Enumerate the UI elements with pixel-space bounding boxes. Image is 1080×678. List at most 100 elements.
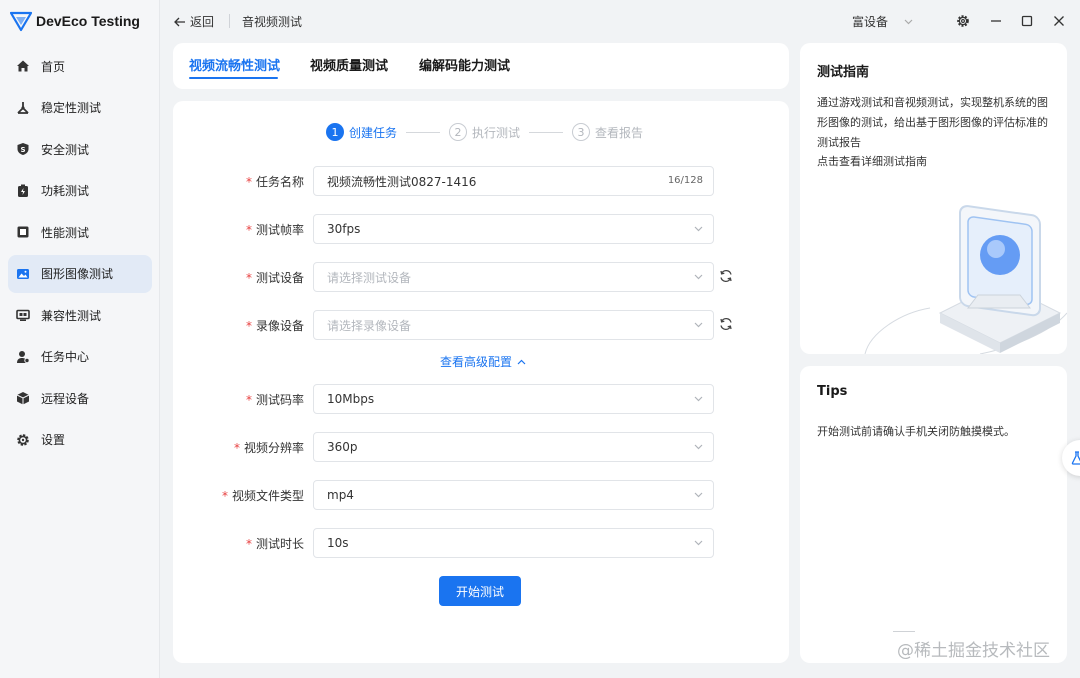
task-icon (16, 350, 30, 364)
frame-rate-select[interactable]: 30fps (313, 214, 714, 244)
task-name-input[interactable]: 视频流畅性测试0827-1416 16/128 (313, 166, 714, 196)
start-test-button[interactable]: 开始测试 (439, 576, 521, 606)
chevron-down-icon (694, 492, 703, 498)
sidebar-item-remote[interactable]: 远程设备 (8, 379, 152, 417)
sidebar-item-label: 功耗测试 (41, 184, 90, 198)
refresh-icon[interactable] (719, 269, 733, 283)
page-title: 音视频测试 (242, 15, 303, 29)
sidebar-item-power[interactable]: 功耗测试 (8, 172, 152, 210)
watermark: @稀土掘金技术社区 (897, 641, 1050, 661)
test-device-select[interactable]: 请选择测试设备 (313, 262, 714, 292)
duration-select[interactable]: 10s (313, 528, 714, 558)
field-label: * 测试码率 (246, 391, 304, 408)
home-icon (16, 59, 30, 73)
device-select[interactable]: 富设备 (852, 13, 913, 30)
form-row-bitrate: * 测试码率 10Mbps (173, 384, 789, 414)
advanced-config-toggle[interactable]: 查看高级配置 (440, 353, 526, 370)
step-connector (406, 131, 441, 133)
step-number: 3 (572, 123, 591, 141)
tab-video-smoothness[interactable]: 视频流畅性测试 (189, 55, 280, 74)
step-view-report: 3 查看报告 (572, 123, 643, 141)
record-device-label: 录像设备 (255, 319, 304, 333)
maximize-button[interactable] (1019, 13, 1035, 29)
back-label: 返回 (190, 15, 215, 29)
field-label: * 录像设备 (246, 317, 304, 334)
sidebar-item-label: 首页 (41, 59, 66, 74)
tab-codec-capability[interactable]: 编解码能力测试 (419, 55, 510, 74)
maximize-icon (1021, 15, 1033, 27)
back-button[interactable]: 返回 (174, 13, 214, 30)
record-device-select[interactable]: 请选择录像设备 (313, 310, 714, 340)
field-label: * 视频分辨率 (234, 439, 304, 456)
close-button[interactable] (1051, 13, 1067, 29)
chevron-down-icon (694, 540, 703, 546)
advanced-config-label: 查看高级配置 (440, 355, 513, 369)
device-illustration (864, 205, 1067, 354)
sidebar-item-label: 图形图像测试 (41, 267, 114, 281)
form-row-file-type: * 视频文件类型 mp4 (173, 480, 789, 510)
sidebar-item-performance[interactable]: 性能测试 (8, 213, 152, 251)
sidebar-item-tasks[interactable]: 任务中心 (8, 338, 152, 376)
sidebar-item-graphics[interactable]: 图形图像测试 (8, 254, 152, 293)
task-name-label: 任务名称 (255, 175, 304, 189)
task-form-card: 1 创建任务 2 执行测试 3 查看报告 * 任务名称 视频流畅性测试0827-1… (173, 101, 789, 663)
arrow-left-icon (174, 17, 185, 26)
sidebar-item-label: 远程设备 (41, 391, 90, 406)
sidebar-item-label: 兼容性测试 (41, 308, 102, 323)
compat-icon (16, 308, 30, 322)
top-bar: 返回 音视频测试 富设备 (160, 0, 1080, 42)
duration-value: 10s (327, 536, 349, 550)
breadcrumb-divider (229, 14, 230, 28)
guide-link[interactable]: 点击查看详细测试指南 (817, 153, 927, 169)
sidebar: DevEco Testing 首页 稳定性测试 S 安全测试 功耗测试 性能测试… (0, 0, 160, 678)
form-row-frame-rate: * 测试帧率 30fps (173, 214, 789, 244)
sidebar-item-compat[interactable]: 兼容性测试 (8, 296, 152, 334)
bitrate-select[interactable]: 10Mbps (313, 384, 714, 414)
minimize-button[interactable] (988, 13, 1004, 29)
bitrate-label: 测试码率 (255, 393, 304, 407)
app-name: DevEco Testing (36, 13, 140, 29)
tab-video-quality[interactable]: 视频质量测试 (310, 55, 388, 74)
sidebar-item-label: 任务中心 (41, 350, 90, 364)
required-mark: * (245, 393, 252, 407)
settings-button[interactable] (955, 13, 971, 29)
chevron-up-icon (517, 359, 526, 364)
refresh-icon[interactable] (719, 317, 733, 331)
frame-rate-label: 测试帧率 (255, 223, 304, 237)
required-mark: * (221, 489, 228, 503)
flask-icon (1071, 451, 1080, 465)
sidebar-item-settings[interactable]: 设置 (8, 421, 152, 459)
sidebar-item-stability[interactable]: 稳定性测试 (8, 89, 152, 127)
field-label: * 测试帧率 (246, 221, 304, 238)
performance-icon (16, 225, 30, 239)
form-row-test-device: * 测试设备 请选择测试设备 (173, 262, 789, 292)
close-icon (1054, 16, 1064, 26)
duration-label: 测试时长 (255, 537, 304, 551)
svg-text:S: S (20, 146, 25, 154)
guide-description: 通过游戏测试和音视频测试，实现整机系统的图形图像的测试，给出基于图形图像的评估标… (817, 96, 1048, 149)
field-label: * 任务名称 (246, 173, 304, 190)
test-device-placeholder: 请选择测试设备 (327, 270, 412, 285)
file-type-select[interactable]: mp4 (313, 480, 714, 510)
file-type-value: mp4 (327, 488, 354, 502)
sidebar-nav: 首页 稳定性测试 S 安全测试 功耗测试 性能测试 图形图像测试 兼容性测试 任 (8, 47, 152, 462)
step-create-task: 1 创建任务 (326, 123, 397, 141)
tips-title: Tips (817, 384, 848, 399)
stepper: 1 创建任务 2 执行测试 3 查看报告 (326, 123, 643, 141)
form-row-duration: * 测试时长 10s (173, 528, 789, 558)
sidebar-item-home[interactable]: 首页 (8, 47, 152, 85)
sidebar-item-security[interactable]: S 安全测试 (8, 130, 152, 168)
device-select-value: 富设备 (852, 15, 889, 29)
chevron-down-icon (694, 396, 703, 402)
step-number: 2 (449, 123, 468, 141)
frame-rate-value: 30fps (327, 222, 361, 236)
chevron-down-icon (904, 19, 913, 24)
required-mark: * (245, 537, 252, 551)
field-label: * 测试设备 (246, 269, 304, 286)
shield-icon: S (16, 142, 30, 156)
step-run-test: 2 执行测试 (449, 123, 520, 141)
resolution-select[interactable]: 360p (313, 432, 714, 462)
bitrate-value: 10Mbps (327, 392, 375, 406)
chevron-down-icon (694, 274, 703, 280)
field-label: * 测试时长 (246, 535, 304, 552)
